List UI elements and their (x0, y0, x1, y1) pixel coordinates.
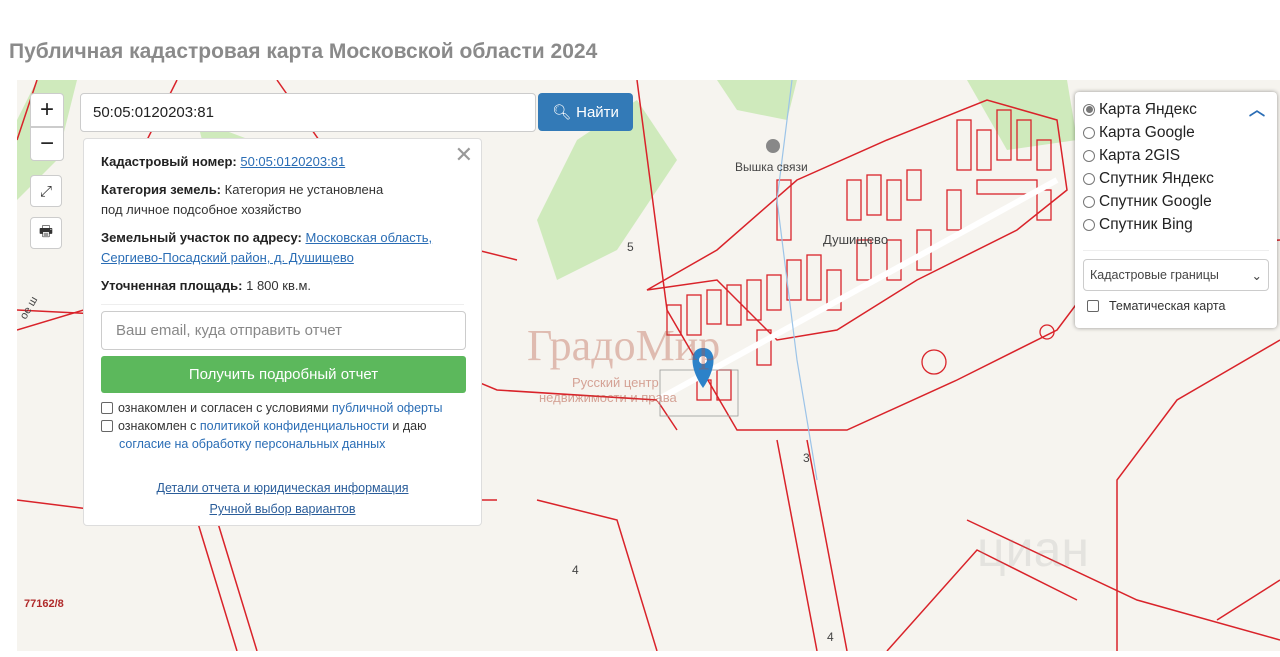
manual-link[interactable]: Ручной выбор вариантов (210, 502, 356, 516)
cad-number-label: Кадастровый номер: (101, 154, 237, 169)
category-value: Категория не установлена (224, 182, 384, 197)
layer-label: Спутник Bing (1099, 215, 1193, 233)
radio-icon[interactable] (1083, 126, 1095, 139)
map-label-5: 5 (627, 240, 634, 254)
layer-google-satellite[interactable]: Спутник Google (1083, 190, 1269, 213)
search-input[interactable] (80, 93, 536, 132)
overlay-select-value: Кадастровые границы (1090, 268, 1219, 282)
map[interactable]: Вышка связи Душищево 5 3 4 4 77162/8 ое … (17, 80, 1280, 651)
map-label-parcel: 77162/8 (24, 598, 64, 610)
find-label: Найти (576, 103, 619, 121)
print-icon: 🖶 (38, 222, 54, 240)
layer-label: Спутник Яндекс (1099, 169, 1214, 187)
offer-checkbox[interactable] (101, 402, 113, 414)
zoom-in-button[interactable]: + (30, 93, 64, 127)
layer-label: Спутник Google (1099, 192, 1212, 210)
close-icon[interactable]: ✕ (455, 142, 473, 168)
agree1-text: ознакомлен и согласен с условиями (118, 401, 332, 415)
watermark-gradomir: ГрадоМир (527, 321, 721, 370)
get-report-button[interactable]: Получить подробный отчет (101, 356, 466, 393)
map-label-4: 4 (827, 630, 834, 644)
address-link[interactable]: Московская область, (305, 230, 432, 245)
radio-icon[interactable] (1083, 218, 1095, 231)
email-input[interactable]: Ваш email, куда отправить отчет (101, 311, 466, 350)
fullscreen-button[interactable]: ⤢ (30, 175, 62, 207)
address-label: Земельный участок по адресу: (101, 230, 302, 245)
layer-yandex-map[interactable]: Карта Яндекс (1083, 98, 1269, 121)
print-button[interactable]: 🖶 (30, 217, 62, 249)
map-label-3: 3 (803, 451, 810, 465)
radio-icon[interactable] (1083, 172, 1095, 185)
privacy-link[interactable]: политикой конфиденциальности (200, 419, 389, 433)
layer-label: Карта Яндекс (1099, 100, 1197, 118)
thematic-checkbox[interactable] (1087, 300, 1099, 312)
tower-icon (766, 139, 780, 153)
radio-icon[interactable] (1083, 103, 1095, 116)
category-value-cont: под личное подсобное хозяйство (101, 202, 302, 217)
area-label: Уточненная площадь: (101, 278, 243, 293)
parcel-info-panel: ✕ Кадастровый номер: 50:05:0120203:81 Ка… (83, 138, 482, 526)
map-label-4: 4 (572, 563, 579, 577)
watermark-cian: циан (977, 521, 1089, 577)
watermark-sub: Русский центр (572, 375, 659, 390)
layer-label: Карта 2GIS (1099, 146, 1181, 164)
area-value: 1 800 кв.м. (246, 278, 312, 293)
address-link-cont[interactable]: Сергиево-Посадский район, д. Душищево (101, 250, 354, 265)
find-button[interactable]: 🔍︎ Найти (538, 93, 633, 131)
agree2-text2: и даю (388, 419, 427, 433)
layer-2gis-map[interactable]: Карта 2GIS (1083, 144, 1269, 167)
search-icon: 🔍︎ (552, 104, 572, 121)
collapse-chevron-icon[interactable]: ︿ (1249, 96, 1265, 120)
watermark-sub: недвижимости и права (539, 390, 677, 405)
overlay-select[interactable]: Кадастровые границы ⌄ (1083, 259, 1269, 291)
layer-google-map[interactable]: Карта Google (1083, 121, 1269, 144)
privacy-checkbox[interactable] (101, 420, 113, 432)
layers-panel: ︿ Карта Яндекс Карта Google Карта 2GIS С… (1075, 92, 1277, 328)
layer-yandex-satellite[interactable]: Спутник Яндекс (1083, 167, 1269, 190)
layer-bing-satellite[interactable]: Спутник Bing (1083, 213, 1269, 236)
building-footprints (666, 109, 1055, 401)
radio-icon[interactable] (1083, 149, 1095, 162)
zoom-out-button[interactable]: − (30, 127, 64, 161)
chevron-down-icon: ⌄ (1251, 268, 1262, 283)
agree2-text: ознакомлен с (118, 419, 200, 433)
category-label: Категория земель: (101, 182, 222, 197)
map-label-village: Душищево (823, 232, 889, 247)
forest-area (717, 80, 797, 120)
page-title: Публичная кадастровая карта Московской о… (9, 40, 598, 63)
thematic-label: Тематическая карта (1109, 299, 1226, 313)
stream (776, 80, 818, 481)
details-link[interactable]: Детали отчета и юридическая информация (157, 481, 409, 495)
expand-icon: ⤢ (39, 182, 52, 200)
consent-link[interactable]: согласие на обработку персональных данны… (119, 437, 385, 451)
radio-icon[interactable] (1083, 195, 1095, 208)
map-label-tower: Вышка связи (735, 160, 808, 174)
cad-number-link[interactable]: 50:05:0120203:81 (240, 154, 345, 169)
offer-link[interactable]: публичной оферты (332, 401, 442, 415)
layer-label: Карта Google (1099, 123, 1195, 141)
